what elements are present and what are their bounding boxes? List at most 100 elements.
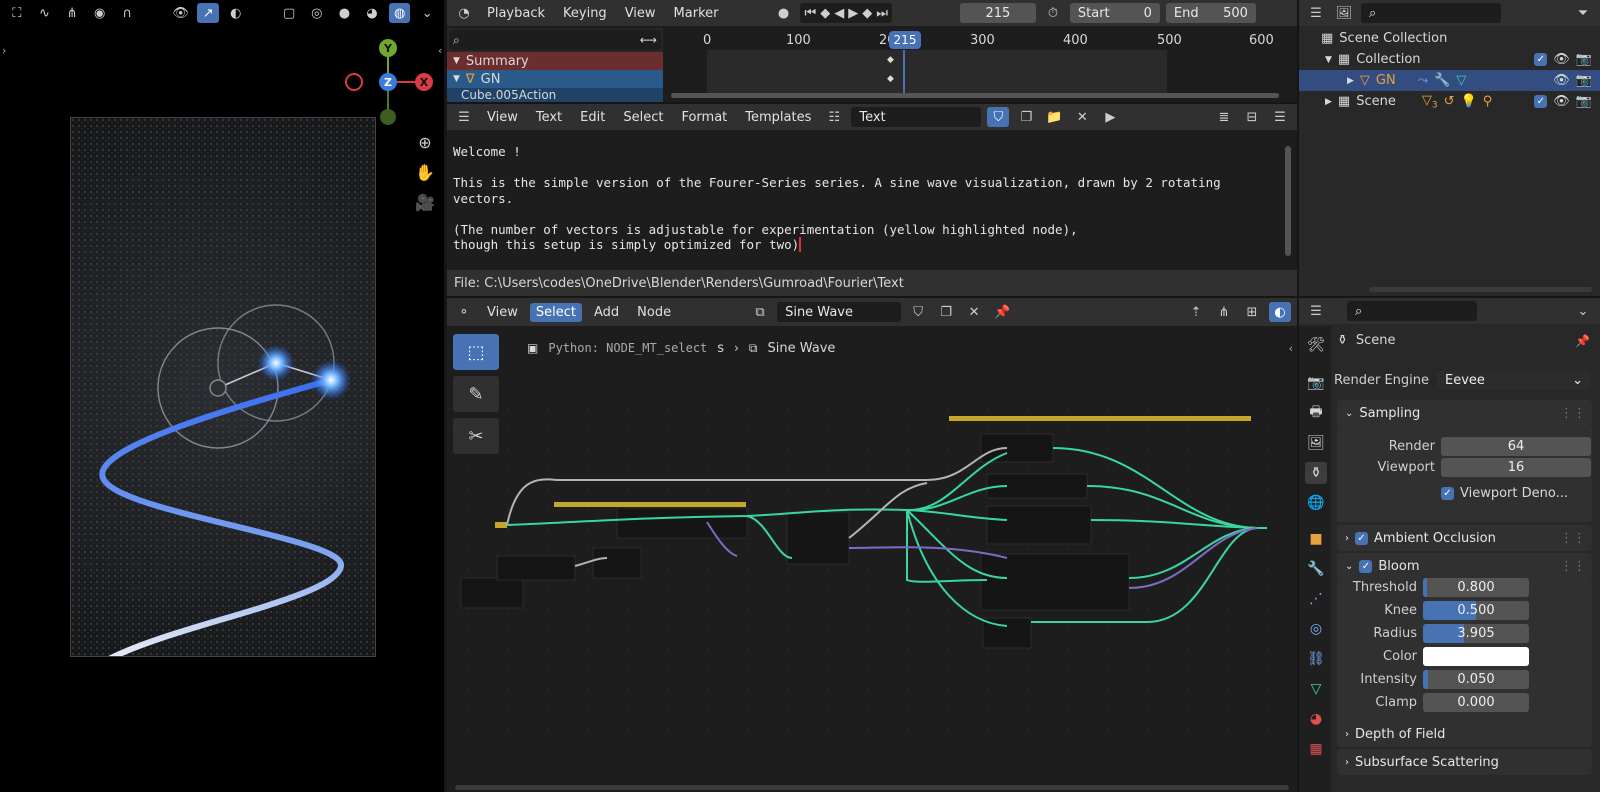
snap-mode-icon[interactable]: ⊞ xyxy=(1241,302,1263,322)
render-engine-dropdown[interactable]: Eevee ⌄ xyxy=(1437,371,1591,390)
ao-checkbox[interactable]: ✓ xyxy=(1355,531,1368,545)
text-scrollbar[interactable] xyxy=(1285,146,1291,256)
object-tab-icon[interactable]: ■ xyxy=(1305,528,1327,550)
text-editor-type-icon[interactable]: ☰ xyxy=(453,107,475,127)
duplicate-icon[interactable]: ❐ xyxy=(935,302,957,322)
transform-pivot-icon[interactable]: ∿ xyxy=(34,3,56,23)
node-graph[interactable] xyxy=(447,408,1277,748)
stopwatch-icon[interactable]: ⏱ xyxy=(1042,3,1064,23)
channel-action[interactable]: Cube.005Action xyxy=(447,88,663,102)
outliner-editor-type-icon[interactable]: ☰ xyxy=(1305,3,1327,23)
node[interactable] xyxy=(616,507,748,539)
falloff-icon[interactable]: ∩ xyxy=(117,3,139,23)
visibility-icon[interactable]: 👁 xyxy=(170,3,192,23)
exclude-checkbox[interactable]: ✓ xyxy=(1534,95,1548,108)
eye-icon[interactable]: 👁 xyxy=(1553,52,1570,67)
collapse-arrow-icon[interactable]: ‹ xyxy=(438,44,442,57)
menu-keying[interactable]: Keying xyxy=(557,4,613,23)
menu-format[interactable]: Format xyxy=(675,108,733,127)
pin-icon[interactable]: 📌 xyxy=(991,302,1013,322)
filter-icon[interactable]: ⏷ xyxy=(1572,3,1594,23)
text-datablock-field[interactable]: Text xyxy=(851,107,982,127)
outliner[interactable]: ☰ 🖼 ⌕ ⏷ ▦ Scene Collection ▼ ▦ Collectio… xyxy=(1299,0,1600,296)
toolbar-expand-icon[interactable]: › xyxy=(2,44,6,57)
menu-view[interactable]: View xyxy=(481,108,524,127)
jump-end-icon[interactable]: ⏭ xyxy=(876,6,888,21)
menu-playback[interactable]: Playback xyxy=(481,4,551,23)
parent-tree-icon[interactable]: ⇡ xyxy=(1185,302,1207,322)
timeline-editor[interactable]: ◔ Playback Keying View Marker ● ⏮ ◆ ◀ ▶ … xyxy=(447,0,1297,102)
panel-bloom[interactable]: ⌄ ✓ Bloom ⋮⋮ xyxy=(1337,553,1592,579)
clamp-field[interactable]: 0.000 xyxy=(1423,693,1529,712)
menu-node[interactable]: Node xyxy=(631,303,677,322)
color-swatch[interactable] xyxy=(1423,647,1529,666)
start-frame-field[interactable]: Start 0 xyxy=(1069,3,1160,23)
channel-gn[interactable]: ▼ ∇ GN xyxy=(447,70,663,88)
outliner-item-scene-collection[interactable]: ▦ Scene Collection xyxy=(1299,28,1600,49)
viewport-samples-field[interactable]: 16 xyxy=(1441,458,1591,477)
properties-search-input[interactable]: ⌕ xyxy=(1347,301,1477,321)
next-keyframe-icon[interactable]: ◆ xyxy=(862,6,872,21)
unlink-icon[interactable]: ✕ xyxy=(963,302,985,322)
panel-sampling[interactable]: ⌄ Sampling ⋮⋮ xyxy=(1337,400,1592,426)
menu-text[interactable]: Text xyxy=(530,108,568,127)
material-tab-icon[interactable]: ◕ xyxy=(1305,708,1327,730)
render-samples-field[interactable]: 64 xyxy=(1441,437,1591,456)
node[interactable] xyxy=(986,505,1092,545)
menu-view[interactable]: View xyxy=(481,303,524,322)
node[interactable] xyxy=(980,433,1054,463)
node-frame-yellow[interactable] xyxy=(554,502,746,507)
properties-editor[interactable]: ☰ ⌕ ⌄ 🛠 📷 🖶 🖼 ⚱ 🌐 ■ 🔧 ⋰ ◎ ⛓ ▽ ◕ ▦ ⚱ Scen… xyxy=(1299,298,1600,792)
eye-icon[interactable]: 👁 xyxy=(1553,94,1570,109)
duplicate-icon[interactable]: ❐ xyxy=(1015,107,1037,127)
node-frame-yellow[interactable] xyxy=(949,416,1251,421)
node-input-highlight[interactable] xyxy=(495,522,507,528)
texture-tab-icon[interactable]: ▦ xyxy=(1305,738,1327,760)
end-frame-field[interactable]: End 500 xyxy=(1165,3,1256,23)
select-box-tool-icon[interactable]: ⬚ xyxy=(453,334,499,370)
constraints-tab-icon[interactable]: ⛓ xyxy=(1305,648,1327,670)
intensity-slider[interactable]: 0.050 xyxy=(1423,670,1529,689)
node-editor[interactable]: ⚬ View Select Add Node ⧉ Sine Wave ⛉ ❐ ✕… xyxy=(447,298,1297,792)
zoom-icon[interactable]: ⊕ xyxy=(414,132,436,152)
node[interactable] xyxy=(786,511,850,565)
text-editor[interactable]: ☰ View Text Edit Select Format Templates… xyxy=(447,104,1297,296)
radius-slider[interactable]: 3.905 xyxy=(1423,624,1529,643)
timeline-editor-type-icon[interactable]: ◔ xyxy=(453,3,475,23)
run-script-icon[interactable]: ▶ xyxy=(1099,107,1121,127)
display-mode-icon[interactable]: 🖼 xyxy=(1333,3,1355,23)
menu-templates[interactable]: Templates xyxy=(739,108,817,127)
view-layer-tab-icon[interactable]: 🖼 xyxy=(1305,432,1327,454)
panel-subsurface-scattering[interactable]: › Subsurface Scattering xyxy=(1337,749,1592,775)
line-numbers-icon[interactable]: ≣ xyxy=(1213,107,1235,127)
physics-tab-icon[interactable]: ◎ xyxy=(1305,618,1327,640)
channel-search-input[interactable]: ⌕ ⟷ xyxy=(449,30,661,50)
auto-keying-icon[interactable]: ● xyxy=(772,3,794,23)
outliner-search-input[interactable]: ⌕ xyxy=(1361,3,1501,23)
gizmo-neg-y-axis[interactable] xyxy=(380,109,396,125)
menu-select[interactable]: Select xyxy=(617,108,669,127)
keyframe-icon[interactable]: ◆ xyxy=(887,74,894,84)
drag-handle-icon[interactable]: ⋮⋮ xyxy=(1560,406,1586,421)
eye-icon[interactable]: 👁 xyxy=(1553,73,1570,88)
render-tab-icon[interactable]: 📷 xyxy=(1305,372,1327,394)
text-body[interactable]: Welcome ! This is the simple version of … xyxy=(453,144,1277,253)
play-icon[interactable]: ▶ xyxy=(848,6,858,21)
node[interactable] xyxy=(496,555,576,581)
menu-select[interactable]: Select xyxy=(529,302,582,322)
xray-icon[interactable]: ▢ xyxy=(278,3,300,23)
fake-user-shield-icon[interactable]: ⛉ xyxy=(987,107,1010,127)
overlay-icon[interactable]: ◐ xyxy=(225,3,247,23)
proportional-edit-icon[interactable]: ◉ xyxy=(89,3,111,23)
denoise-checkbox[interactable]: ✓ xyxy=(1441,487,1454,500)
dopesheet-region[interactable]: 0 100 200 300 400 500 600 215 ◆ ◆ xyxy=(663,28,1287,102)
outliner-scrollbar[interactable] xyxy=(1369,287,1592,292)
wireframe-shading-icon[interactable]: ◎ xyxy=(306,3,328,23)
particles-tab-icon[interactable]: ⋰ xyxy=(1305,588,1327,610)
camera-icon[interactable]: 📷 xyxy=(1576,94,1592,109)
panel-depth-of-field[interactable]: › Depth of Field xyxy=(1337,721,1592,747)
gizmo-toggle-icon[interactable]: ↗ xyxy=(197,3,220,23)
unlink-icon[interactable]: ✕ xyxy=(1071,107,1093,127)
tool-tab-icon[interactable]: 🛠 xyxy=(1305,334,1327,356)
pan-hand-icon[interactable]: ✋ xyxy=(414,162,436,182)
